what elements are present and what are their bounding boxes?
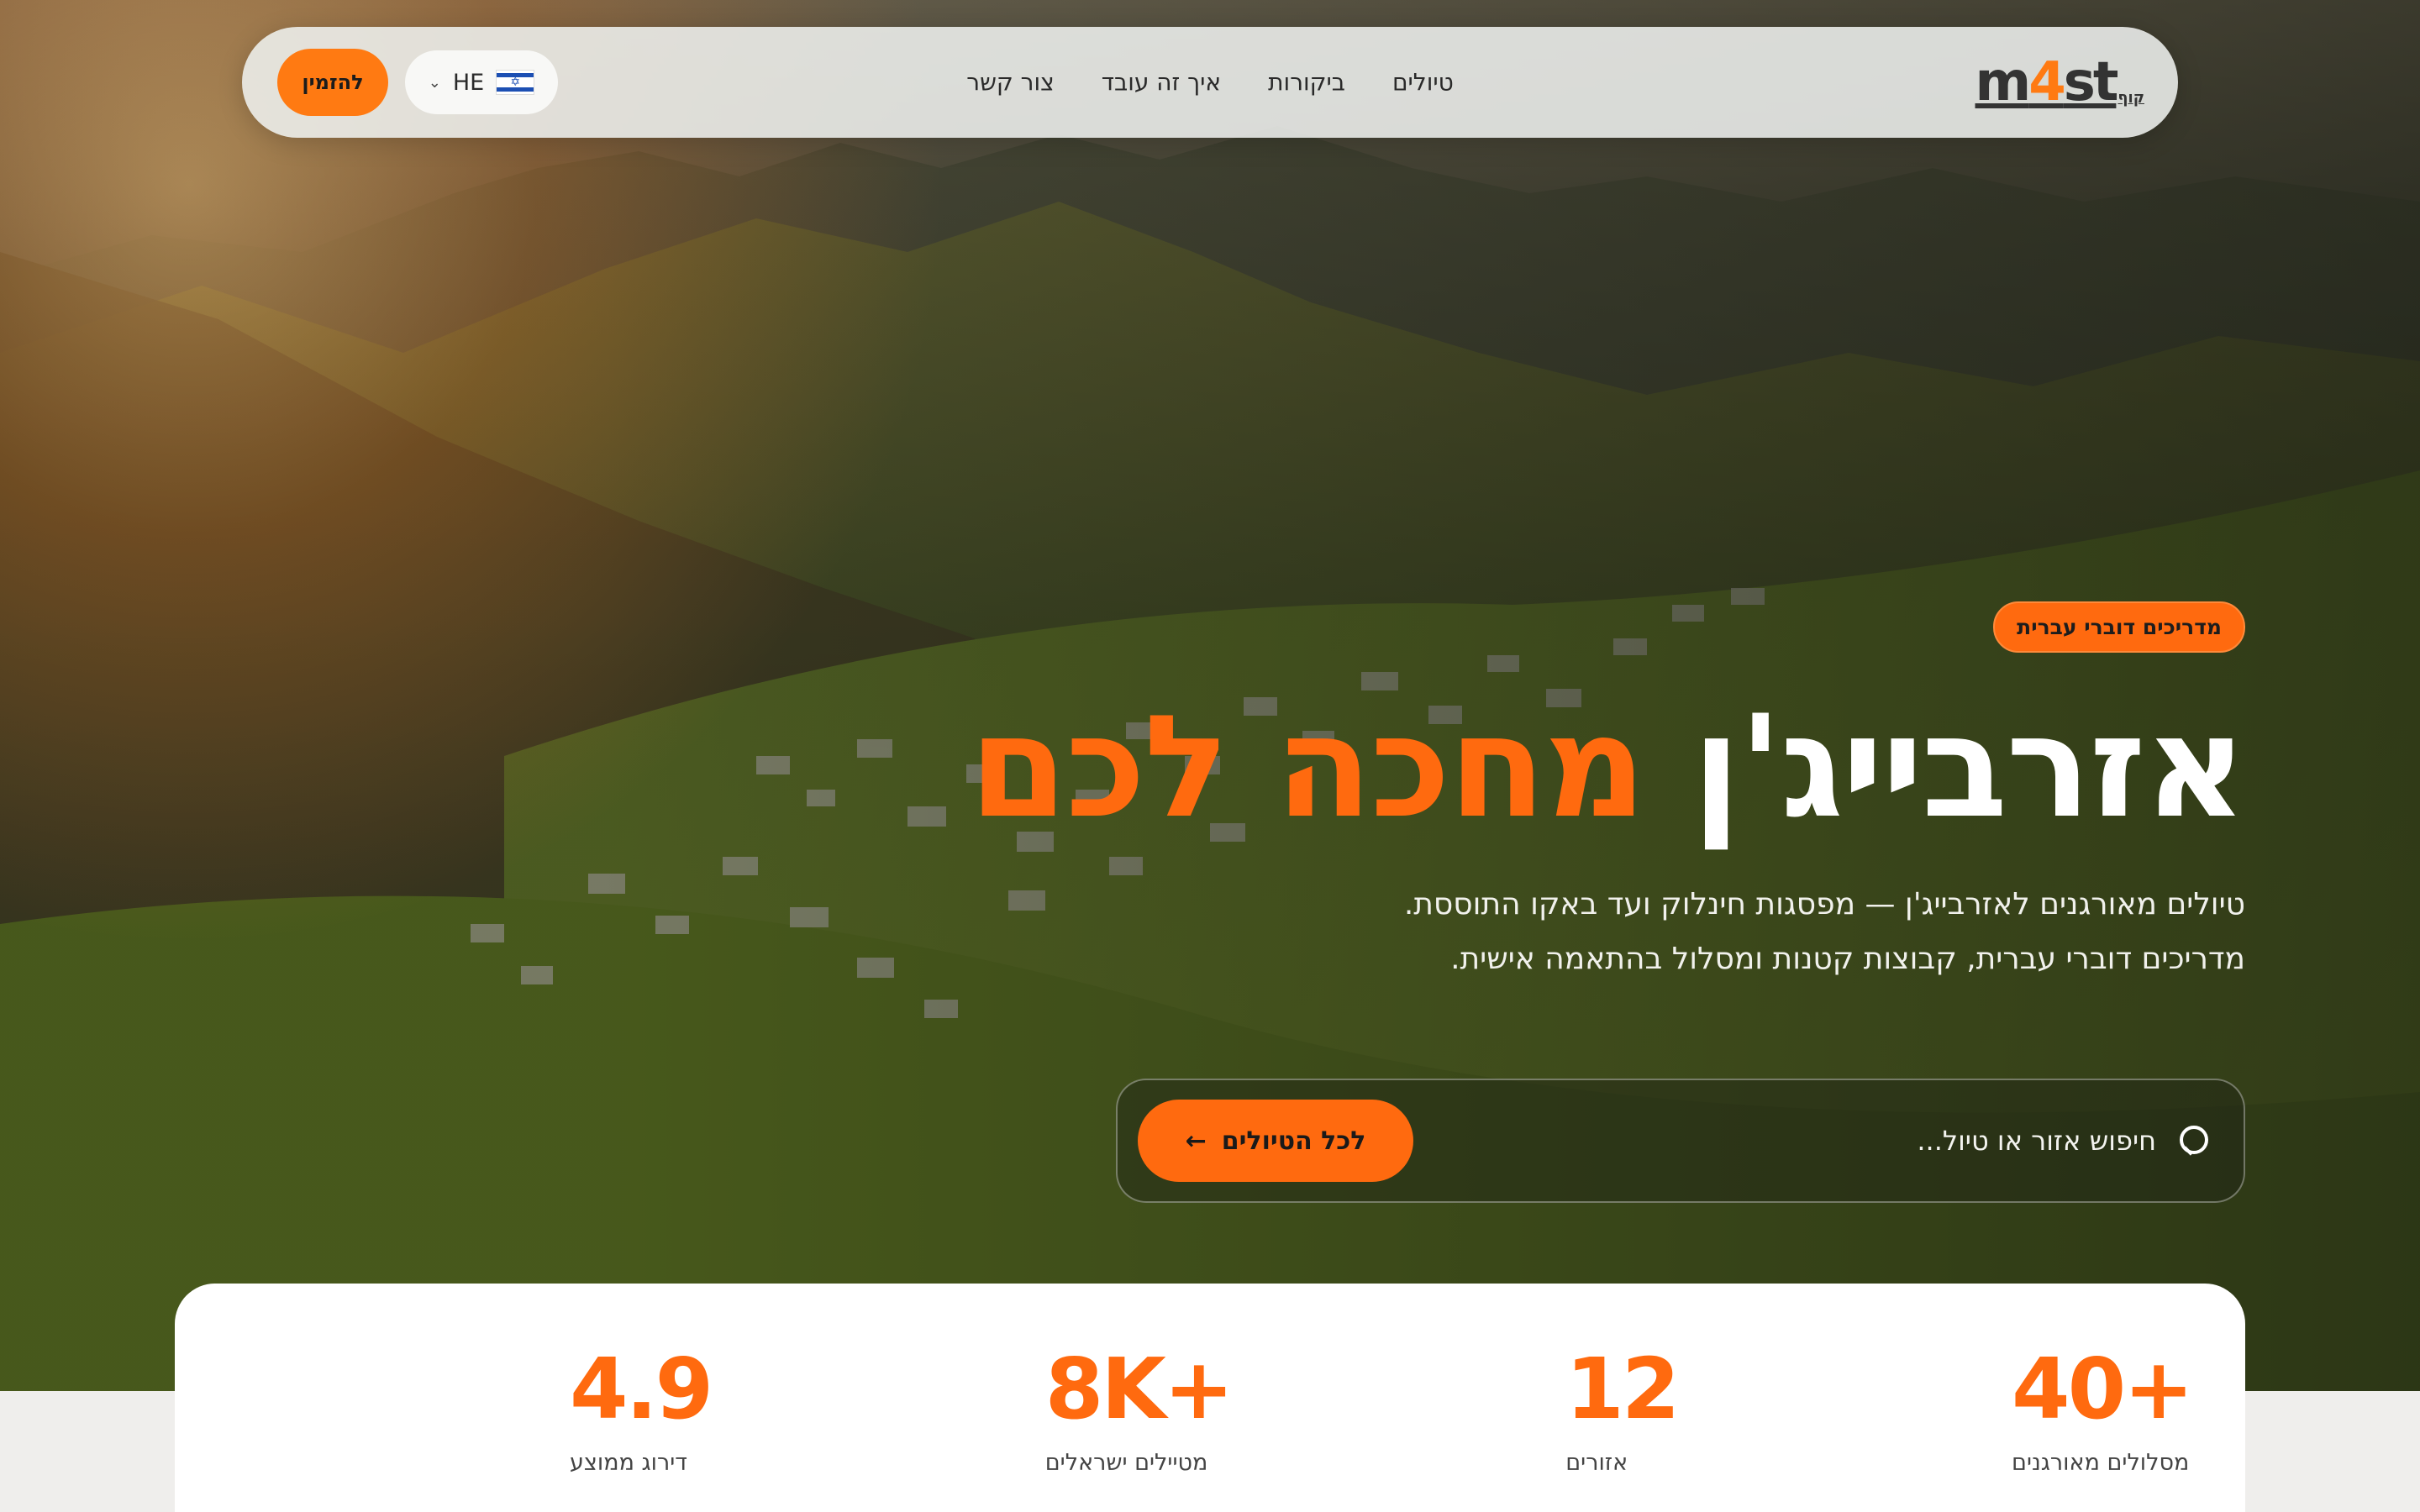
stat-label: מטיילים ישראלים: [1044, 1450, 1208, 1476]
search-input[interactable]: [1736, 1125, 2156, 1157]
stat-label: אזורים: [1565, 1450, 1628, 1476]
hero-headline: אזרבייג'ן מחכה לכם: [817, 693, 2247, 841]
stat-label: מסלולים מאורגנים: [2012, 1450, 2190, 1476]
nav-link-reviews[interactable]: ביקורות: [1268, 69, 1345, 97]
stat-value: 12: [1565, 1340, 1680, 1438]
subtitle-line-1: טיולים מאורגנים לאזרבייג'ן — מפסגות חינל…: [1403, 887, 2245, 922]
search-bar: לכל הטיולים ←: [1116, 1079, 2245, 1203]
stat-item: +40 מסלולים מאורגנים: [2012, 1284, 2194, 1512]
all-trips-label: לכל הטיולים: [1221, 1126, 1366, 1156]
israel-flag-icon: ✡: [496, 70, 535, 95]
site-logo[interactable]: m 4st קוף: [1975, 55, 2145, 109]
nav-link-how-it-works[interactable]: איך זה עובד: [1102, 69, 1221, 97]
stat-item: 12 אזורים: [1565, 1284, 1680, 1512]
book-button[interactable]: להזמין: [277, 49, 388, 116]
stats-card: +40 מסלולים מאורגנים 12 אזורים +8K מטייל…: [175, 1284, 2245, 1512]
hero-badge: מדריכים דוברי עברית: [1993, 601, 2245, 653]
stat-value: +40: [2012, 1340, 2194, 1438]
chevron-down-icon: ⌄: [428, 73, 441, 92]
stat-label: דירוג ממוצע: [570, 1450, 688, 1476]
hero-subtitle: טיולים מאורגנים לאזרבייג'ן — מפסגות חינל…: [817, 878, 2245, 987]
top-navbar: להזמין ⌄ HE ✡ טיולים ביקורות איך זה עובד…: [242, 27, 2178, 138]
language-code: HE: [452, 69, 485, 96]
search-icon: [2178, 1124, 2212, 1158]
subtitle-line-2: מדריכים דוברי עברית, קבוצות קטנות ומסלול…: [1450, 942, 2245, 977]
stat-value: +8K: [1044, 1340, 1234, 1438]
headline-main: אזרבייג'ן: [1691, 685, 2247, 849]
nav-link-contact[interactable]: צור קשר: [966, 69, 1054, 97]
stat-item: +8K מטיילים ישראלים: [1044, 1284, 1234, 1512]
stat-value: 4.9: [570, 1340, 713, 1438]
stat-item: 4.9 דירוג ממוצע: [570, 1284, 713, 1512]
language-selector[interactable]: ⌄ HE ✡: [405, 50, 558, 114]
nav-link-trips[interactable]: טיולים: [1392, 69, 1454, 97]
arrow-left-icon: ←: [1185, 1126, 1207, 1156]
all-trips-button[interactable]: לכל הטיולים ←: [1138, 1100, 1413, 1182]
hero-content: מדריכים דוברי עברית אזרבייג'ן מחכה לכם ט…: [817, 601, 2247, 987]
nav-actions: להזמין ⌄ HE ✡: [277, 49, 558, 116]
headline-accent: מחכה לכם: [969, 685, 1646, 849]
search-field-wrap: [1736, 1124, 2212, 1158]
